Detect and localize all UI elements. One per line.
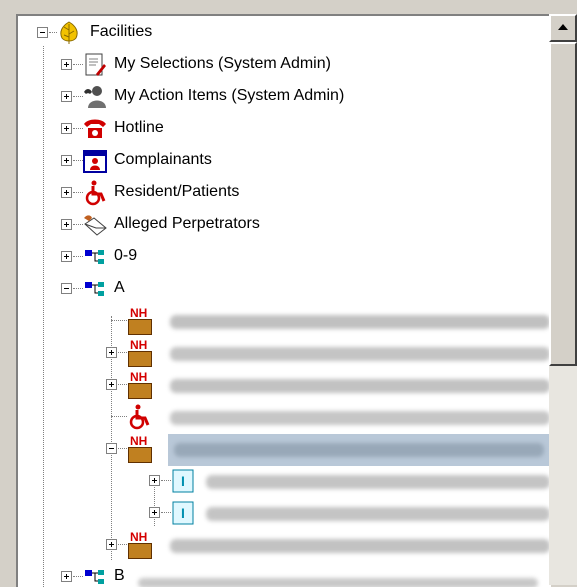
facility-row-selected[interactable]: NH — [18, 434, 551, 466]
expand-toggle[interactable] — [106, 539, 117, 550]
tree-branch-icon — [85, 250, 104, 264]
svg-text:I: I — [181, 505, 185, 521]
facility-badge: NH — [130, 530, 148, 544]
case-row[interactable]: I — [18, 498, 551, 530]
collapse-toggle[interactable] — [37, 27, 48, 38]
tree-branch-icon — [85, 282, 104, 296]
expand-toggle[interactable] — [61, 91, 72, 102]
scroll-up-button[interactable] — [549, 14, 577, 42]
expand-toggle[interactable] — [61, 571, 72, 582]
tree-branch-icon — [85, 570, 104, 584]
envelope-hand-icon — [84, 215, 107, 236]
facility-row[interactable]: NH — [18, 338, 551, 370]
blurred-facility-name — [170, 539, 550, 553]
nursing-home-icon: NH — [126, 370, 152, 399]
tree-node-b[interactable]: B — [18, 562, 538, 587]
tree-node-my-action-items[interactable]: My Action Items (System Admin) — [18, 82, 538, 114]
blurred-facility-name — [170, 411, 550, 425]
expand-toggle[interactable] — [61, 155, 72, 166]
tree-connector — [111, 320, 127, 321]
facility-badge: NH — [130, 434, 148, 448]
collapse-toggle[interactable] — [61, 283, 72, 294]
nursing-home-icon: NH — [126, 434, 152, 463]
facilities-tree[interactable]: Facilities My Selections (System Admin) … — [16, 14, 551, 587]
expand-toggle[interactable] — [61, 59, 72, 70]
collapse-toggle[interactable] — [106, 443, 117, 454]
facility-badge: NH — [130, 338, 148, 352]
tree-node-resident-patients[interactable]: Resident/Patients — [18, 178, 538, 210]
nursing-home-icon: NH — [126, 530, 152, 559]
tree-node-label: B — [114, 567, 125, 584]
tree-node-my-selections[interactable]: My Selections (System Admin) — [18, 50, 538, 82]
tree-node-0-9[interactable]: 0-9 — [18, 242, 538, 274]
tree-node-facilities[interactable]: Facilities — [18, 18, 538, 50]
expand-toggle[interactable] — [61, 123, 72, 134]
expand-toggle[interactable] — [61, 251, 72, 262]
expand-toggle[interactable] — [61, 219, 72, 230]
red-telephone-icon — [84, 119, 106, 138]
tree-view-window: Facilities My Selections (System Admin) … — [0, 0, 577, 587]
blurred-facility-name — [170, 379, 550, 393]
case-file-icon: I — [172, 469, 194, 493]
calendar-person-icon — [83, 150, 107, 173]
blurred-row-text — [138, 578, 538, 587]
blurred-facility-name — [170, 347, 550, 361]
expand-toggle[interactable] — [61, 187, 72, 198]
nursing-home-icon: NH — [126, 306, 152, 335]
phone-person-icon — [84, 86, 106, 108]
expand-toggle[interactable] — [106, 347, 117, 358]
blurred-facility-name — [170, 315, 550, 329]
case-file-icon: I — [172, 501, 194, 525]
facility-row[interactable]: NH — [18, 370, 551, 402]
vertical-scrollbar[interactable] — [549, 14, 577, 585]
wheelchair-icon — [85, 180, 106, 206]
expand-toggle[interactable] — [149, 475, 160, 486]
tree-node-hotline[interactable]: Hotline — [18, 114, 538, 146]
tree-node-complainants[interactable]: Complainants — [18, 146, 538, 178]
leaf-icon — [60, 21, 78, 44]
blurred-facility-name — [174, 443, 544, 457]
tree-node-label: A — [114, 279, 125, 296]
wheelchair-icon — [129, 404, 150, 430]
tree-node-alleged-perpetrators[interactable]: Alleged Perpetrators — [18, 210, 538, 242]
blurred-case-name — [206, 475, 550, 489]
case-row[interactable]: I — [18, 466, 551, 498]
facility-row[interactable]: NH — [18, 530, 551, 562]
expand-toggle[interactable] — [149, 507, 160, 518]
svg-text:I: I — [181, 473, 185, 489]
facility-row[interactable]: NH — [18, 306, 551, 338]
tree-node-label: Hotline — [114, 119, 164, 136]
tree-node-label: Alleged Perpetrators — [114, 215, 260, 232]
facility-badge: NH — [130, 306, 148, 320]
tree-node-label: Complainants — [114, 151, 212, 168]
facility-row[interactable] — [18, 402, 551, 434]
facility-badge: NH — [130, 370, 148, 384]
tree-connector — [111, 416, 127, 417]
blurred-case-name — [206, 507, 550, 521]
tree-node-label: Resident/Patients — [114, 183, 240, 200]
tree-node-a[interactable]: A — [18, 274, 538, 306]
document-pen-icon — [85, 53, 106, 76]
tree-node-label: 0-9 — [114, 247, 138, 264]
expand-toggle[interactable] — [106, 379, 117, 390]
tree-node-label: Facilities — [90, 23, 153, 40]
tree-node-label: My Selections (System Admin) — [114, 55, 331, 72]
tree-node-label: My Action Items (System Admin) — [114, 87, 345, 104]
nursing-home-icon: NH — [126, 338, 152, 367]
scroll-thumb[interactable] — [549, 42, 577, 366]
